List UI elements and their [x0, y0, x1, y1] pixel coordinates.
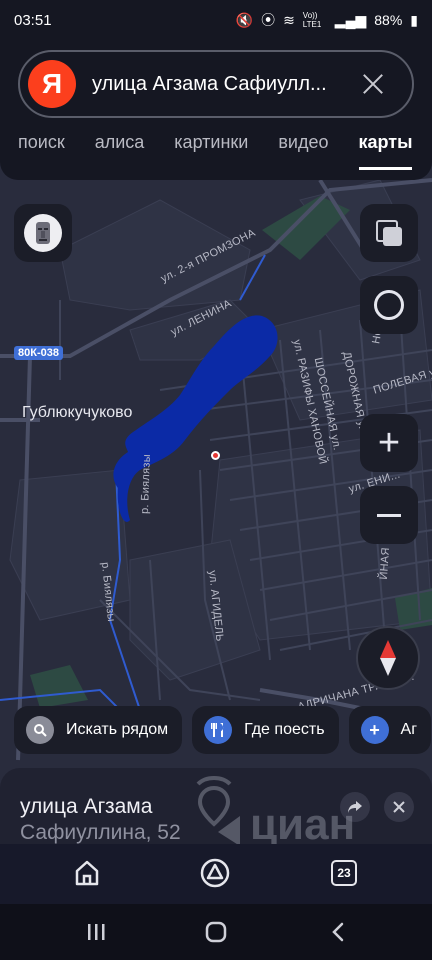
city-label: Гублюкучуково	[22, 404, 133, 421]
watermark-brand: циан	[250, 800, 356, 849]
tabs-count: 23	[331, 860, 357, 886]
tab-alice[interactable]: алиса	[95, 132, 145, 170]
back-icon	[332, 922, 344, 942]
location-dot	[211, 451, 220, 460]
recents-icon	[88, 924, 105, 940]
search-query[interactable]: улица Агзама Сафиулл...	[92, 73, 342, 96]
signal-icon: ▂▄▆	[334, 11, 367, 28]
road-badge: 80К-038	[14, 346, 63, 360]
tabs-button[interactable]: 23	[329, 858, 359, 888]
search-icon	[26, 716, 54, 744]
recents-button[interactable]	[82, 920, 110, 944]
mute-icon: 🔇	[235, 11, 254, 28]
tab-images[interactable]: картинки	[174, 132, 248, 170]
layers-icon	[376, 220, 402, 246]
minus-icon	[377, 513, 401, 517]
layers-button[interactable]	[360, 204, 418, 262]
avatar	[24, 214, 62, 252]
plus-icon: +	[360, 716, 389, 744]
status-bar: 03:51 🔇 ⦿ ≋ Vo)) LTE1 ▂▄▆ 88% ▮	[0, 0, 432, 40]
chip-label: Аг	[400, 721, 418, 738]
home-circle-icon	[205, 921, 227, 943]
home-icon	[75, 860, 99, 886]
chip-label: Где поесть	[244, 721, 325, 738]
clear-search-button[interactable]	[358, 69, 388, 99]
search-panel: Я улица Агзама Сафиулл... поиск алиса ка…	[0, 40, 432, 180]
chip-label: Искать рядом	[66, 721, 169, 738]
river-label: р. Биялязы	[138, 453, 153, 515]
system-nav	[0, 904, 432, 960]
tab-video[interactable]: видео	[278, 132, 328, 170]
compass-button[interactable]	[356, 626, 420, 690]
battery-icon: ▮	[410, 11, 418, 28]
search-nearby-chip[interactable]: Искать рядом	[14, 706, 183, 754]
tab-maps[interactable]: карты	[358, 132, 413, 170]
status-time: 03:51	[14, 11, 52, 29]
wifi-icon: ≋	[283, 11, 295, 28]
where-to-eat-chip[interactable]: Где поесть	[192, 706, 339, 754]
fork-knife-icon	[204, 716, 233, 744]
home-system-button[interactable]	[202, 920, 230, 944]
back-button[interactable]	[324, 920, 352, 944]
moai-icon	[36, 222, 50, 244]
yandex-logo[interactable]: Я	[28, 60, 76, 108]
zoom-in-button[interactable]: +	[360, 414, 418, 472]
network-label: Vo)) LTE1	[302, 11, 322, 29]
battery-percent: 88%	[374, 12, 403, 28]
alice-icon	[200, 858, 230, 888]
compass-icon	[380, 640, 396, 676]
tab-search[interactable]: поиск	[18, 132, 65, 170]
search-bar[interactable]: Я улица Агзама Сафиулл...	[18, 50, 414, 118]
alice-nav-button[interactable]	[200, 858, 230, 888]
bottom-nav: 23	[0, 844, 432, 904]
add-chip[interactable]: + Аг	[348, 706, 432, 754]
alice-icon	[374, 290, 404, 320]
status-icons: 🔇 ⦿ ≋ Vo)) LTE1 ▂▄▆ 88% ▮	[236, 10, 418, 30]
location-icon: ⦿	[261, 12, 276, 28]
alice-button[interactable]	[360, 276, 418, 334]
zoom-out-button[interactable]	[360, 486, 418, 544]
home-button[interactable]	[72, 858, 102, 888]
profile-button[interactable]	[14, 204, 72, 262]
plus-icon: +	[377, 422, 401, 464]
search-tabs: поиск алиса картинки видео карты	[18, 132, 413, 170]
quick-actions: Искать рядом Где поесть + Аг	[14, 706, 432, 754]
